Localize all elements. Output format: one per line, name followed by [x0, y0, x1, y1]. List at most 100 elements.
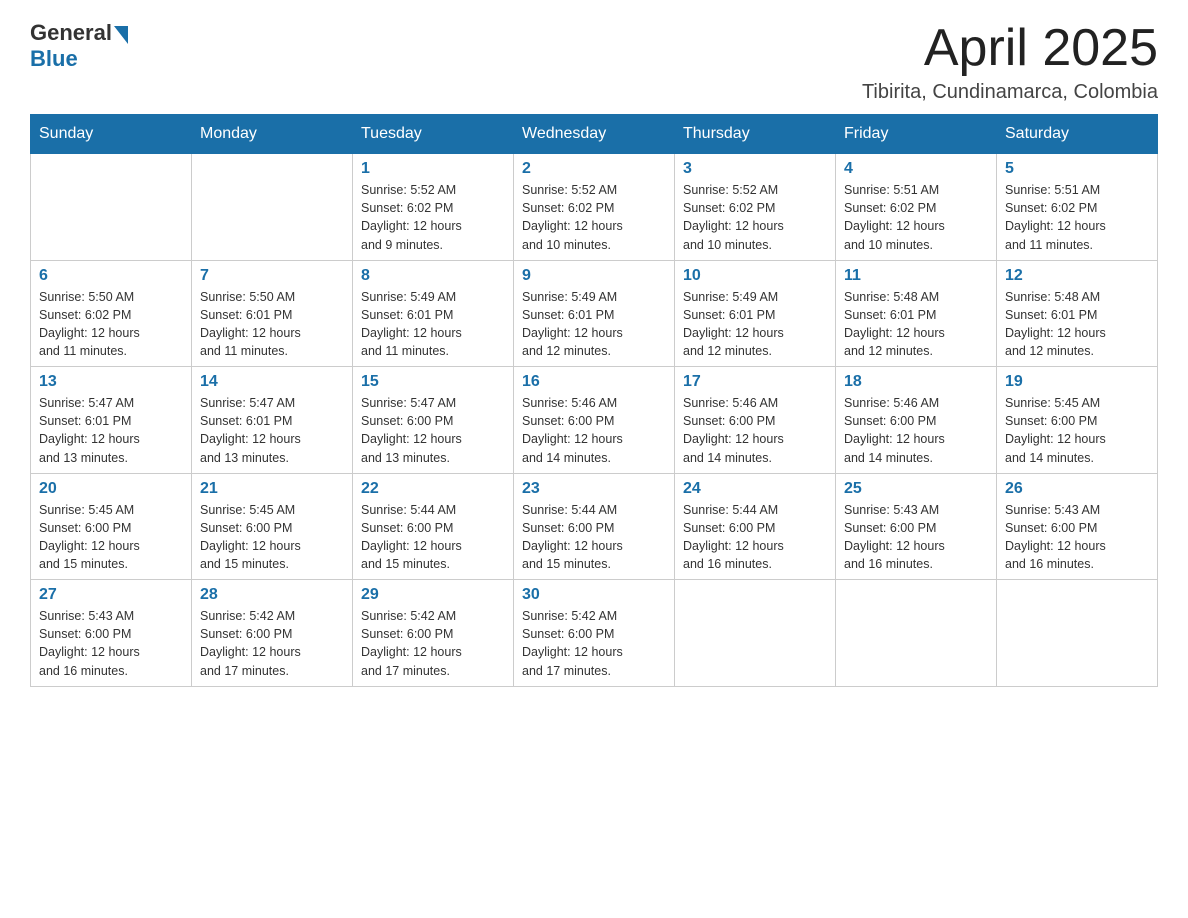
logo-blue-text: Blue — [30, 46, 78, 72]
day-number: 30 — [522, 586, 666, 604]
calendar-cell: 25 Sunrise: 5:43 AMSunset: 6:00 PMDayligh… — [836, 473, 997, 580]
calendar-cell: 30 Sunrise: 5:42 AMSunset: 6:00 PMDayligh… — [514, 580, 675, 687]
day-number: 28 — [200, 586, 344, 604]
day-number: 7 — [200, 267, 344, 285]
day-number: 19 — [1005, 373, 1149, 391]
header-sunday: Sunday — [31, 115, 192, 154]
calendar-cell — [31, 154, 192, 261]
header-tuesday: Tuesday — [353, 115, 514, 154]
day-number: 14 — [200, 373, 344, 391]
calendar-cell: 21 Sunrise: 5:45 AMSunset: 6:00 PMDayligh… — [192, 473, 353, 580]
calendar-cell: 26Sunrise: 5:43 AMSunset: 6:00 PMDayligh… — [997, 473, 1158, 580]
calendar-cell: 12 Sunrise: 5:48 AMSunset: 6:01 PMDayligh… — [997, 260, 1158, 367]
calendar-cell: 20 Sunrise: 5:45 AMSunset: 6:00 PMDayligh… — [31, 473, 192, 580]
day-number: 23 — [522, 480, 666, 498]
title-block: April 2025 Tibirita, Cundinamarca, Colom… — [862, 20, 1158, 104]
calendar-title: April 2025 — [862, 20, 1158, 77]
calendar-cell: 1 Sunrise: 5:52 AMSunset: 6:02 PMDaylight… — [353, 154, 514, 261]
day-info: Sunrise: 5:43 AMSunset: 6:00 PMDaylight:… — [844, 501, 988, 574]
day-number: 25 — [844, 480, 988, 498]
day-number: 21 — [200, 480, 344, 498]
calendar-cell: 2Sunrise: 5:52 AMSunset: 6:02 PMDaylight… — [514, 154, 675, 261]
calendar-week-row: 27 Sunrise: 5:43 AMSunset: 6:00 PMDayligh… — [31, 580, 1158, 687]
day-info: Sunrise: 5:42 AMSunset: 6:00 PMDaylight:… — [200, 607, 344, 680]
day-number: 29 — [361, 586, 505, 604]
calendar-cell: 10 Sunrise: 5:49 AMSunset: 6:01 PMDayligh… — [675, 260, 836, 367]
logo-triangle-icon — [114, 26, 128, 44]
day-number: 12 — [1005, 267, 1149, 285]
calendar-cell: 3 Sunrise: 5:52 AMSunset: 6:02 PMDaylight… — [675, 154, 836, 261]
day-info: Sunrise: 5:50 AMSunset: 6:02 PMDaylight:… — [39, 288, 183, 361]
calendar-cell: 27 Sunrise: 5:43 AMSunset: 6:00 PMDayligh… — [31, 580, 192, 687]
calendar-cell — [192, 154, 353, 261]
day-info: Sunrise: 5:43 AMSunset: 6:00 PMDaylight:… — [39, 607, 183, 680]
calendar-week-row: 13 Sunrise: 5:47 AMSunset: 6:01 PMDayligh… — [31, 367, 1158, 474]
day-number: 24 — [683, 480, 827, 498]
day-info: Sunrise: 5:52 AMSunset: 6:02 PMDaylight:… — [361, 181, 505, 254]
calendar-cell: 5Sunrise: 5:51 AMSunset: 6:02 PMDaylight… — [997, 154, 1158, 261]
day-info: Sunrise: 5:45 AMSunset: 6:00 PMDaylight:… — [200, 501, 344, 574]
calendar-week-row: 1 Sunrise: 5:52 AMSunset: 6:02 PMDaylight… — [31, 154, 1158, 261]
calendar-cell: 11 Sunrise: 5:48 AMSunset: 6:01 PMDayligh… — [836, 260, 997, 367]
logo-block: General Blue — [30, 20, 128, 72]
day-number: 13 — [39, 373, 183, 391]
day-info: Sunrise: 5:44 AMSunset: 6:00 PMDaylight:… — [361, 501, 505, 574]
day-info: Sunrise: 5:44 AMSunset: 6:00 PMDaylight:… — [522, 501, 666, 574]
day-info: Sunrise: 5:45 AMSunset: 6:00 PMDaylight:… — [39, 501, 183, 574]
calendar-cell: 22 Sunrise: 5:44 AMSunset: 6:00 PMDayligh… — [353, 473, 514, 580]
day-number: 4 — [844, 160, 988, 178]
calendar-cell: 28 Sunrise: 5:42 AMSunset: 6:00 PMDayligh… — [192, 580, 353, 687]
day-number: 3 — [683, 160, 827, 178]
day-info: Sunrise: 5:47 AMSunset: 6:01 PMDaylight:… — [39, 394, 183, 467]
day-info: Sunrise: 5:51 AMSunset: 6:02 PMDaylight:… — [1005, 181, 1149, 254]
day-number: 9 — [522, 267, 666, 285]
day-number: 16 — [522, 373, 666, 391]
header-saturday: Saturday — [997, 115, 1158, 154]
day-info: Sunrise: 5:49 AMSunset: 6:01 PMDaylight:… — [683, 288, 827, 361]
calendar-cell: 18 Sunrise: 5:46 AMSunset: 6:00 PMDayligh… — [836, 367, 997, 474]
calendar-cell: 13 Sunrise: 5:47 AMSunset: 6:01 PMDayligh… — [31, 367, 192, 474]
day-info: Sunrise: 5:48 AMSunset: 6:01 PMDaylight:… — [1005, 288, 1149, 361]
day-number: 22 — [361, 480, 505, 498]
calendar-cell: 24 Sunrise: 5:44 AMSunset: 6:00 PMDayligh… — [675, 473, 836, 580]
day-info: Sunrise: 5:46 AMSunset: 6:00 PMDaylight:… — [522, 394, 666, 467]
day-number: 11 — [844, 267, 988, 285]
page-header: General Blue April 2025 Tibirita, Cundin… — [30, 20, 1158, 104]
day-info: Sunrise: 5:44 AMSunset: 6:00 PMDaylight:… — [683, 501, 827, 574]
day-number: 20 — [39, 480, 183, 498]
calendar-cell: 29Sunrise: 5:42 AMSunset: 6:00 PMDayligh… — [353, 580, 514, 687]
header-monday: Monday — [192, 115, 353, 154]
logo-general-text: General — [30, 20, 112, 46]
calendar-cell: 15Sunrise: 5:47 AMSunset: 6:00 PMDayligh… — [353, 367, 514, 474]
day-info: Sunrise: 5:51 AMSunset: 6:02 PMDaylight:… — [844, 181, 988, 254]
logo: General Blue — [30, 20, 128, 72]
day-info: Sunrise: 5:47 AMSunset: 6:00 PMDaylight:… — [361, 394, 505, 467]
header-wednesday: Wednesday — [514, 115, 675, 154]
day-info: Sunrise: 5:42 AMSunset: 6:00 PMDaylight:… — [522, 607, 666, 680]
calendar-cell: 17Sunrise: 5:46 AMSunset: 6:00 PMDayligh… — [675, 367, 836, 474]
day-info: Sunrise: 5:45 AMSunset: 6:00 PMDaylight:… — [1005, 394, 1149, 467]
logo-line1: General — [30, 20, 128, 46]
day-number: 27 — [39, 586, 183, 604]
weekday-header-row: Sunday Monday Tuesday Wednesday Thursday… — [31, 115, 1158, 154]
calendar-cell: 19 Sunrise: 5:45 AMSunset: 6:00 PMDayligh… — [997, 367, 1158, 474]
day-info: Sunrise: 5:49 AMSunset: 6:01 PMDaylight:… — [361, 288, 505, 361]
calendar-cell: 4 Sunrise: 5:51 AMSunset: 6:02 PMDaylight… — [836, 154, 997, 261]
calendar-cell: 23 Sunrise: 5:44 AMSunset: 6:00 PMDayligh… — [514, 473, 675, 580]
day-number: 10 — [683, 267, 827, 285]
day-info: Sunrise: 5:48 AMSunset: 6:01 PMDaylight:… — [844, 288, 988, 361]
day-info: Sunrise: 5:52 AMSunset: 6:02 PMDaylight:… — [683, 181, 827, 254]
day-number: 18 — [844, 373, 988, 391]
day-info: Sunrise: 5:46 AMSunset: 6:00 PMDaylight:… — [844, 394, 988, 467]
day-info: Sunrise: 5:47 AMSunset: 6:01 PMDaylight:… — [200, 394, 344, 467]
calendar-cell: 8Sunrise: 5:49 AMSunset: 6:01 PMDaylight… — [353, 260, 514, 367]
day-number: 26 — [1005, 480, 1149, 498]
day-number: 2 — [522, 160, 666, 178]
calendar-cell: 9Sunrise: 5:49 AMSunset: 6:01 PMDaylight… — [514, 260, 675, 367]
day-number: 6 — [39, 267, 183, 285]
calendar-week-row: 6 Sunrise: 5:50 AMSunset: 6:02 PMDaylight… — [31, 260, 1158, 367]
day-info: Sunrise: 5:50 AMSunset: 6:01 PMDaylight:… — [200, 288, 344, 361]
calendar-cell — [997, 580, 1158, 687]
header-friday: Friday — [836, 115, 997, 154]
day-number: 1 — [361, 160, 505, 178]
